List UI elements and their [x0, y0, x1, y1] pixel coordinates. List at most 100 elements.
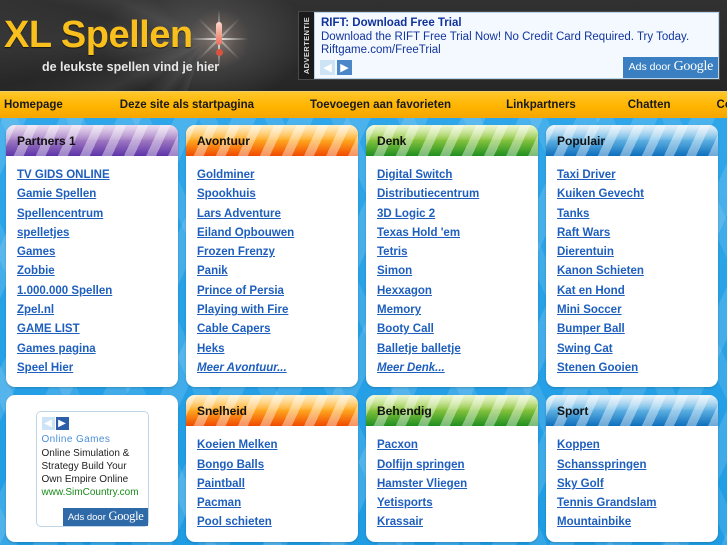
- advertisement-body[interactable]: RIFT: Download Free Trial Download the R…: [314, 12, 719, 79]
- panel-link[interactable]: Heks: [197, 340, 358, 359]
- panel-link[interactable]: Tanks: [557, 205, 718, 224]
- panel-link[interactable]: Raft Wars: [557, 224, 718, 243]
- advertisement-url[interactable]: Riftgame.com/FreeTrial: [321, 44, 718, 56]
- panel-link[interactable]: Simon: [377, 262, 538, 281]
- panel-link[interactable]: Koeien Melken: [197, 436, 358, 455]
- panel-link[interactable]: Pool schieten: [197, 513, 358, 532]
- panel-header-populair: Populair: [546, 125, 718, 156]
- panel-header-avontuur: Avontuur: [186, 125, 358, 156]
- panel-link[interactable]: Tetris: [377, 243, 538, 262]
- panel-link[interactable]: Hamster Vliegen: [377, 475, 538, 494]
- panel-link[interactable]: GAME LIST: [17, 320, 178, 339]
- panel-link[interactable]: Pacxon: [377, 436, 538, 455]
- panel-link[interactable]: Bumper Ball: [557, 320, 718, 339]
- panel-link-more[interactable]: Meer Avontuur...: [197, 359, 358, 378]
- panel-link[interactable]: Frozen Frenzy: [197, 243, 358, 262]
- sidebar-advertisement[interactable]: ◀ ▶ Online Games Online Simulation & Str…: [6, 395, 178, 543]
- advertisement-headline[interactable]: RIFT: Download Free Trial: [321, 17, 718, 29]
- panel-link[interactable]: Krassair: [377, 513, 538, 532]
- panel-link[interactable]: Balletje balletje: [377, 340, 538, 359]
- panel-link[interactable]: Spookhuis: [197, 185, 358, 204]
- panel-link[interactable]: Paintball: [197, 475, 358, 494]
- sidebar-ad-url[interactable]: www.SimCountry.com: [42, 487, 143, 498]
- panel-link[interactable]: Spellencentrum: [17, 205, 178, 224]
- panel-denk: Denk Digital Switch Distributiecentrum 3…: [366, 125, 538, 388]
- panel-link[interactable]: Mini Soccer: [557, 301, 718, 320]
- panel-grid: Partners 1 TV GIDS ONLINE Gamie Spellen …: [0, 118, 727, 543]
- nav-item-startpagina[interactable]: Deze site als startpagina: [120, 99, 254, 111]
- advertisement-label: ADVERTENTIE: [302, 16, 312, 75]
- panel-link[interactable]: Stenen Gooien: [557, 359, 718, 378]
- next-arrow-icon[interactable]: ▶: [55, 416, 69, 430]
- panel-link[interactable]: Kat en Hond: [557, 282, 718, 301]
- panel-link[interactable]: Goldminer: [197, 166, 358, 185]
- page-root: XL Spellen de leukste spellen vind je hi…: [0, 0, 727, 545]
- panel-link[interactable]: Digital Switch: [377, 166, 538, 185]
- nav-item-chatten[interactable]: Chatten: [628, 99, 671, 111]
- advertisement-description: Download the RIFT Free Trial Now! No Cre…: [321, 31, 690, 43]
- panel-link[interactable]: Eiland Opbouwen: [197, 224, 358, 243]
- sidebar-ad-box[interactable]: ◀ ▶ Online Games Online Simulation & Str…: [35, 410, 149, 527]
- panel-link[interactable]: Tennis Grandslam: [557, 494, 718, 513]
- panel-title: Denk: [377, 133, 407, 148]
- panel-link[interactable]: Dierentuin: [557, 243, 718, 262]
- panel-link[interactable]: Distributiecentrum: [377, 185, 538, 204]
- top-advertisement[interactable]: ADVERTENTIE RIFT: Download Free Trial Do…: [298, 11, 720, 80]
- panel-links-snelheid: Koeien Melken Bongo Balls Paintball Pacm…: [186, 426, 358, 541]
- panel-link[interactable]: Yetisports: [377, 494, 538, 513]
- panel-link[interactable]: TV GIDS ONLINE: [17, 166, 178, 185]
- nav-item-homepage[interactable]: Homepage: [4, 99, 63, 111]
- panel-link[interactable]: Memory: [377, 301, 538, 320]
- panel-title: Partners 1: [17, 133, 76, 148]
- panel-link[interactable]: Dolfijn springen: [377, 456, 538, 475]
- panel-link[interactable]: spelletjes: [17, 224, 178, 243]
- panel-link[interactable]: Booty Call: [377, 320, 538, 339]
- panel-link[interactable]: Gamie Spellen: [17, 185, 178, 204]
- prev-arrow-icon[interactable]: ◀: [320, 60, 335, 75]
- nav-item-contact[interactable]: Contact: [717, 99, 727, 111]
- panel-link[interactable]: Koppen: [557, 436, 718, 455]
- site-logo[interactable]: XL Spellen de leukste spellen vind je hi…: [0, 0, 290, 91]
- panel-link[interactable]: Playing with Fire: [197, 301, 358, 320]
- sidebar-ad-title[interactable]: Online Games: [42, 434, 143, 445]
- panel-link[interactable]: Speel Hier: [17, 359, 178, 378]
- advertisement-attribution[interactable]: Ads door Google: [622, 57, 718, 78]
- advertisement-pager[interactable]: ◀ ▶: [320, 60, 352, 75]
- panel-link[interactable]: Games: [17, 243, 178, 262]
- panel-link[interactable]: Zobbie: [17, 262, 178, 281]
- panel-link[interactable]: Pacman: [197, 494, 358, 513]
- sidebar-ad-pager[interactable]: ◀ ▶: [41, 416, 143, 430]
- panel-link[interactable]: Games pagina: [17, 340, 178, 359]
- panel-link[interactable]: Cable Capers: [197, 320, 358, 339]
- panel-link[interactable]: Bongo Balls: [197, 456, 358, 475]
- panel-link[interactable]: Sky Golf: [557, 475, 718, 494]
- sidebar-ad-attribution[interactable]: Ads door Google: [62, 507, 148, 526]
- google-wordmark: Google: [673, 59, 714, 74]
- nav-item-favorieten[interactable]: Toevoegen aan favorieten: [310, 99, 451, 111]
- nav-item-linkpartners[interactable]: Linkpartners: [506, 99, 576, 111]
- panel-link[interactable]: Schansspringen: [557, 456, 718, 475]
- panel-link[interactable]: Zpel.nl: [17, 301, 178, 320]
- panel-link[interactable]: 3D Logic 2: [377, 205, 538, 224]
- panel-link[interactable]: Prince of Persia: [197, 282, 358, 301]
- panel-link[interactable]: Kuiken Gevecht: [557, 185, 718, 204]
- prev-arrow-icon[interactable]: ◀: [41, 416, 55, 430]
- ads-door-text: Ads door: [628, 61, 674, 73]
- panel-snelheid: Snelheid Koeien Melken Bongo Balls Paint…: [186, 395, 358, 543]
- panel-link[interactable]: Hexxagon: [377, 282, 538, 301]
- panel-title: Snelheid: [197, 403, 248, 418]
- panel-link[interactable]: Kanon Schieten: [557, 262, 718, 281]
- panel-link[interactable]: Mountainbike: [557, 513, 718, 532]
- panel-link[interactable]: 1.000.000 Spellen: [17, 282, 178, 301]
- panel-link[interactable]: Texas Hold 'em: [377, 224, 538, 243]
- sparkle-exclamation-icon: [188, 8, 250, 70]
- panel-link[interactable]: Panik: [197, 262, 358, 281]
- panel-link[interactable]: Swing Cat: [557, 340, 718, 359]
- panel-title: Populair: [557, 133, 606, 148]
- panel-link[interactable]: Taxi Driver: [557, 166, 718, 185]
- panel-link[interactable]: Lars Adventure: [197, 205, 358, 224]
- panel-partners-1: Partners 1 TV GIDS ONLINE Gamie Spellen …: [6, 125, 178, 388]
- panel-header-denk: Denk: [366, 125, 538, 156]
- panel-link-more[interactable]: Meer Denk...: [377, 359, 538, 378]
- next-arrow-icon[interactable]: ▶: [337, 60, 352, 75]
